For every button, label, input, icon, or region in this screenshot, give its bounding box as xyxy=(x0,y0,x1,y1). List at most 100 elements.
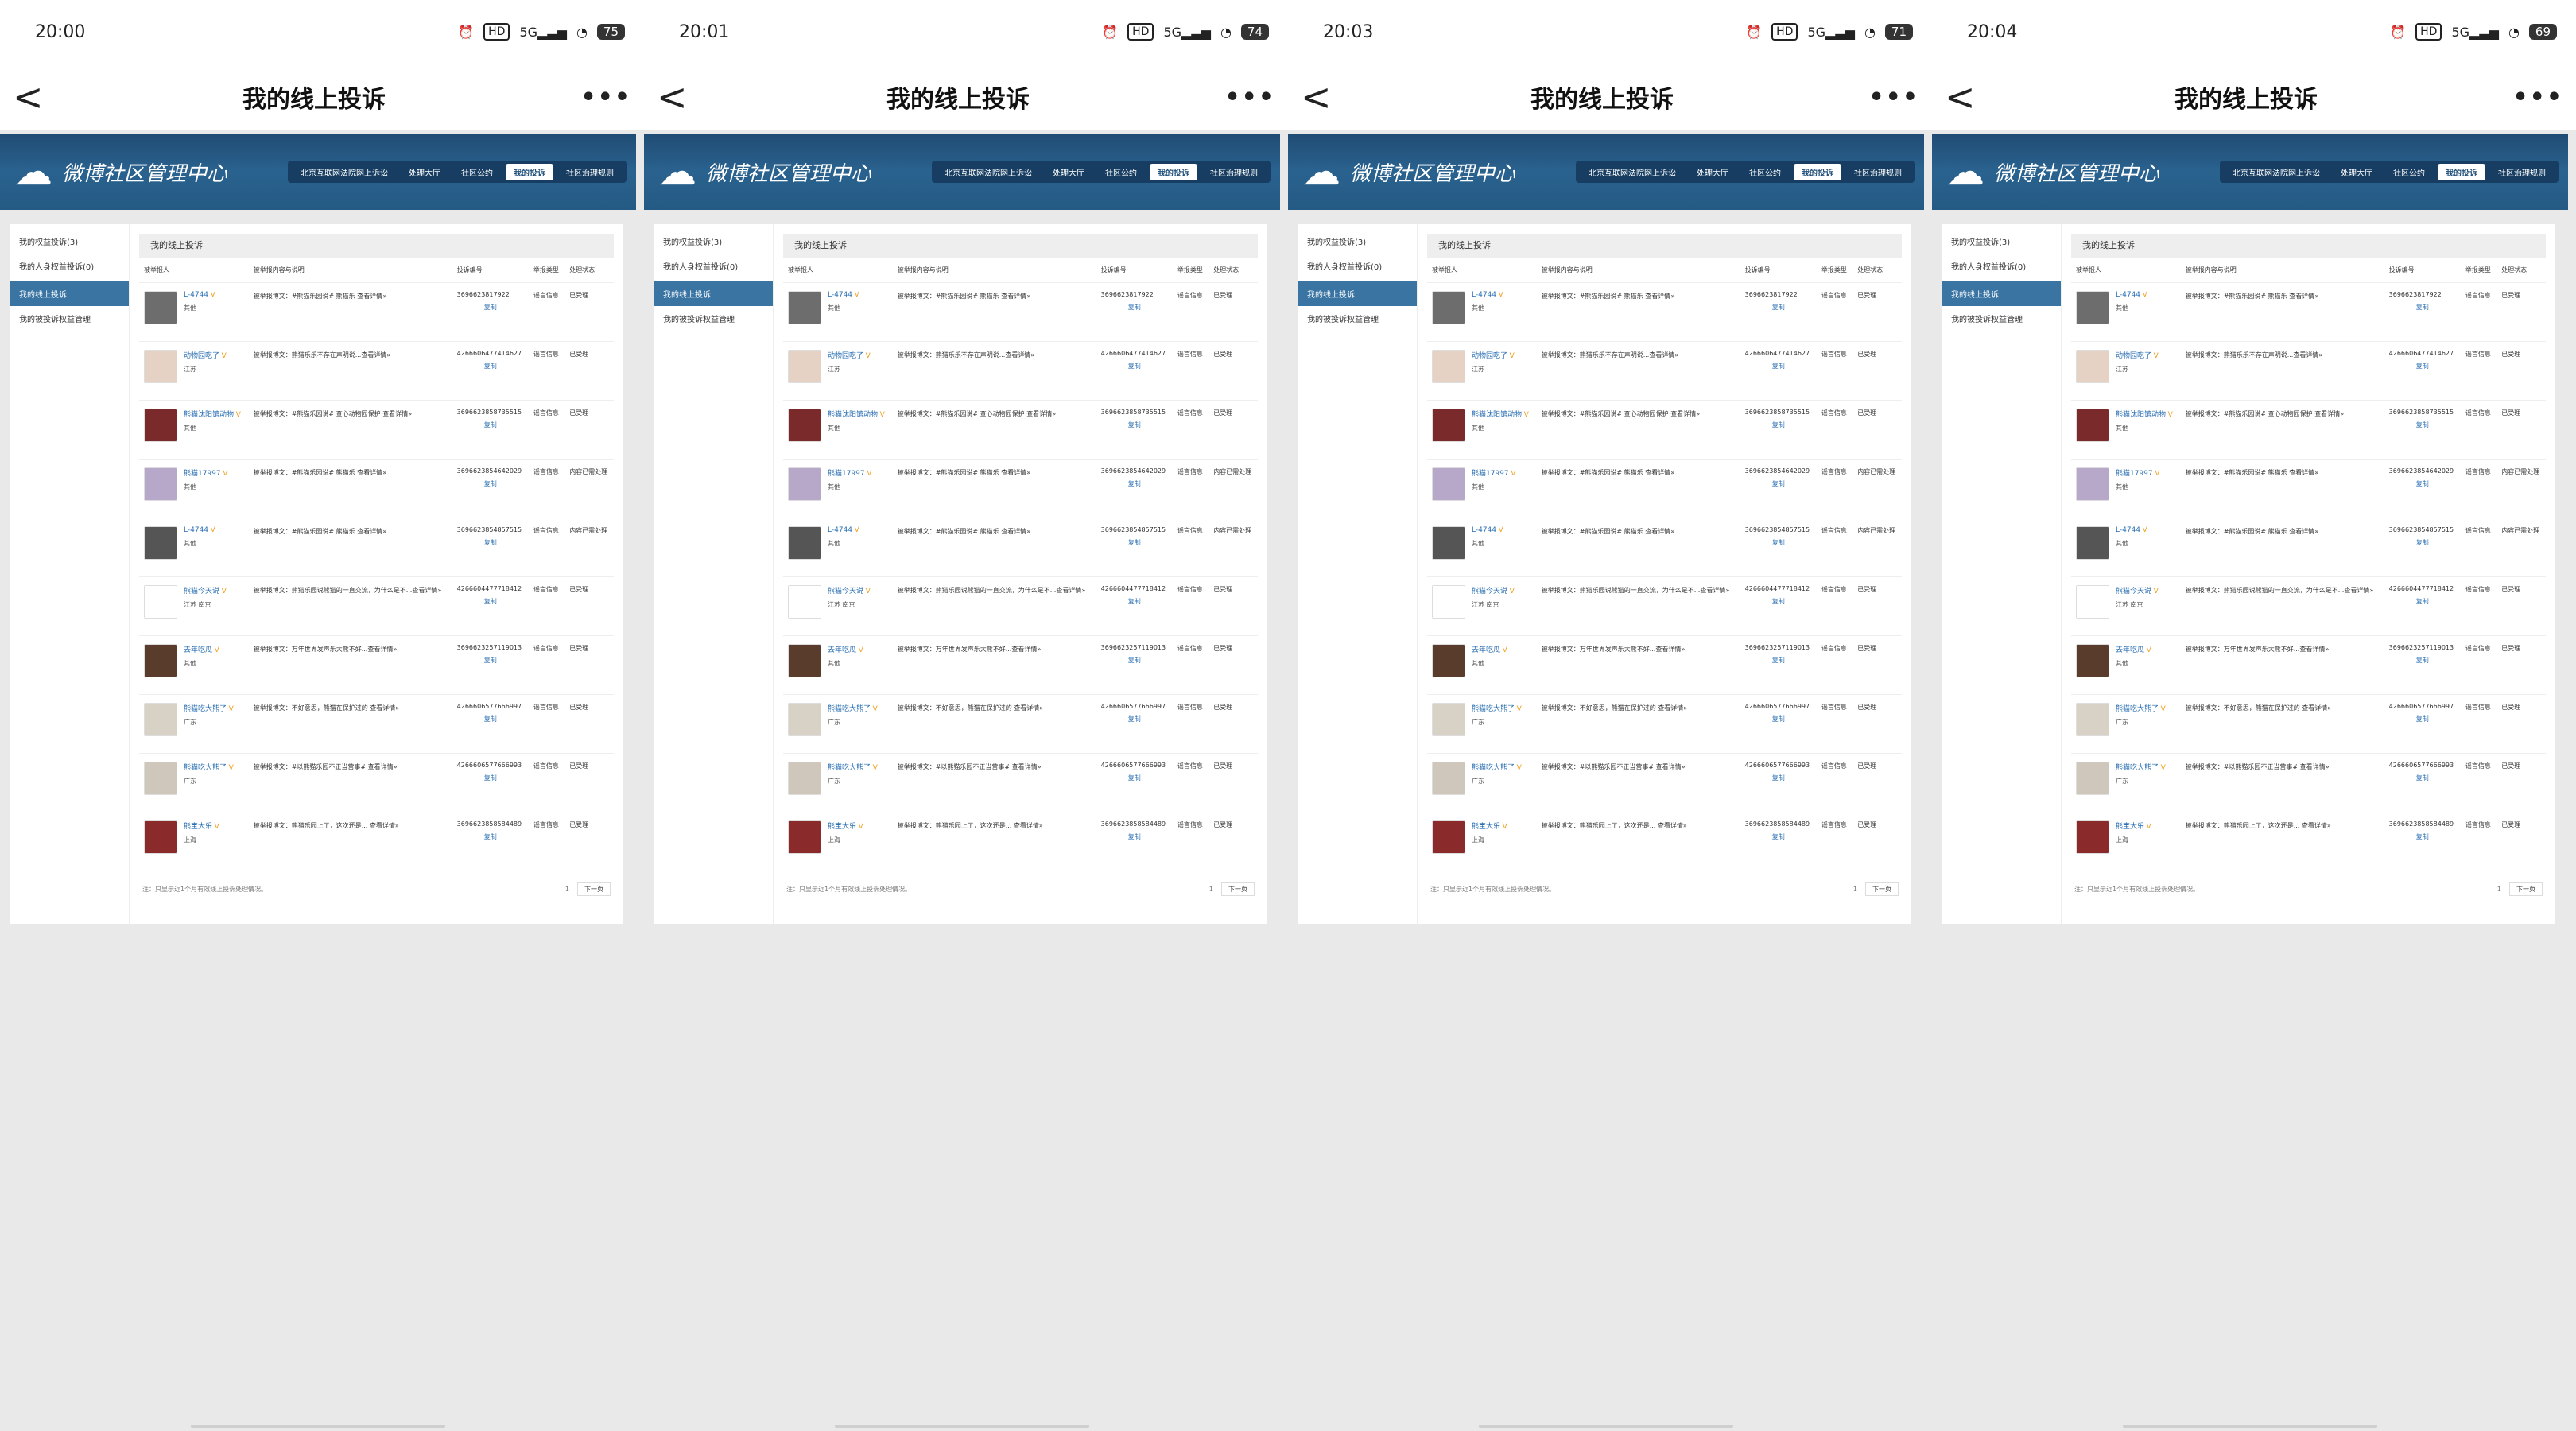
complaint-reason[interactable]: 被举报博文：#熊猫乐园说# 熊猫乐 查看详情» xyxy=(248,459,452,518)
avatar[interactable] xyxy=(144,409,177,442)
user-name[interactable]: 熊猫吃大熊了 xyxy=(828,764,871,772)
menu-item[interactable]: 处理大厅 xyxy=(1045,164,1092,180)
menu-item[interactable]: 北京互联网法院网上诉讼 xyxy=(937,164,1040,180)
menu-item[interactable]: 社区治理规则 xyxy=(1846,164,1910,180)
avatar[interactable] xyxy=(1432,820,1465,854)
copy-link[interactable]: 复制 xyxy=(457,421,524,429)
next-page-button[interactable]: 下一页 xyxy=(577,882,611,896)
sidebar-item[interactable]: 我的权益投诉(3) xyxy=(654,229,773,254)
complaint-reason[interactable]: 被举报博文：熊猫乐园说熊猫的一直交流，为什么是不...查看详情» xyxy=(248,576,452,636)
copy-link[interactable]: 复制 xyxy=(1745,421,1812,429)
back-icon[interactable]: < xyxy=(13,76,60,118)
menu-item[interactable]: 我的投诉 xyxy=(506,163,553,180)
avatar[interactable] xyxy=(788,467,821,501)
sidebar-item[interactable]: 我的被投诉权益管理 xyxy=(10,306,129,331)
avatar[interactable] xyxy=(2076,585,2109,619)
sidebar-item[interactable]: 我的人身权益投诉(0) xyxy=(654,254,773,278)
more-icon[interactable]: ••• xyxy=(1212,83,1275,111)
complaint-reason[interactable]: 被举报博文：不好意思，熊猫在保护过的 查看详情» xyxy=(892,694,1096,754)
menu-item[interactable]: 处理大厅 xyxy=(401,164,448,180)
avatar[interactable] xyxy=(1432,467,1465,501)
complaint-reason[interactable]: 被举报博文：#熊猫乐园说# 熊猫乐 查看详情» xyxy=(248,282,452,342)
site-logo[interactable]: ☁ 微博社区管理中心 xyxy=(1932,153,2159,191)
avatar[interactable] xyxy=(1432,350,1465,383)
next-page-button[interactable]: 下一页 xyxy=(1865,882,1899,896)
site-logo[interactable]: ☁ 微博社区管理中心 xyxy=(1288,153,1515,191)
menu-item[interactable]: 北京互联网法院网上诉讼 xyxy=(2225,164,2328,180)
complaint-reason[interactable]: 被举报博文：熊猫乐园上了，这次还是... 查看详情» xyxy=(248,812,452,871)
sidebar-item[interactable]: 我的人身权益投诉(0) xyxy=(1298,254,1417,278)
sidebar-item[interactable]: 我的人身权益投诉(0) xyxy=(10,254,129,278)
copy-link[interactable]: 复制 xyxy=(1101,656,1168,665)
avatar[interactable] xyxy=(2076,644,2109,677)
complaint-reason[interactable]: 被举报博文：万年世界发声乐大熊不好...查看详情» xyxy=(892,635,1096,695)
avatar[interactable] xyxy=(788,409,821,442)
copy-link[interactable]: 复制 xyxy=(2389,538,2456,547)
home-indicator[interactable] xyxy=(191,1425,445,1428)
avatar[interactable] xyxy=(1432,703,1465,736)
home-indicator[interactable] xyxy=(1479,1425,1733,1428)
user-name[interactable]: 熊猫沈阳馆动物 xyxy=(828,411,878,419)
copy-link[interactable]: 复制 xyxy=(457,479,524,488)
user-name[interactable]: 熊猫吃大熊了 xyxy=(184,705,227,713)
copy-link[interactable]: 复制 xyxy=(457,832,524,841)
home-indicator[interactable] xyxy=(2123,1425,2377,1428)
user-name[interactable]: 去年吃瓜 xyxy=(184,646,212,654)
menu-item[interactable]: 社区治理规则 xyxy=(1202,164,1266,180)
complaint-reason[interactable]: 被举报博文：#熊猫乐园说# 查心动物园保护 查看详情» xyxy=(1536,400,1740,460)
avatar[interactable] xyxy=(144,703,177,736)
copy-link[interactable]: 复制 xyxy=(1745,303,1812,312)
avatar[interactable] xyxy=(1432,585,1465,619)
complaint-reason[interactable]: 被举报博文：#熊猫乐园说# 熊猫乐 查看详情» xyxy=(892,518,1096,577)
copy-link[interactable]: 复制 xyxy=(457,656,524,665)
user-name[interactable]: 熊猫沈阳馆动物 xyxy=(1472,411,1522,419)
avatar[interactable] xyxy=(2076,526,2109,560)
back-icon[interactable]: < xyxy=(1301,76,1348,118)
avatar[interactable] xyxy=(2076,409,2109,442)
user-name[interactable]: 熊宝大乐 xyxy=(184,823,212,831)
complaint-reason[interactable]: 被举报博文：#熊猫乐园说# 熊猫乐 查看详情» xyxy=(892,282,1096,342)
complaint-reason[interactable]: 被举报博文：熊猫乐园说熊猫的一直交流，为什么是不...查看详情» xyxy=(1536,576,1740,636)
user-name[interactable]: 熊猫吃大熊了 xyxy=(2116,705,2159,713)
copy-link[interactable]: 复制 xyxy=(1101,479,1168,488)
page-number[interactable]: 1 xyxy=(2497,886,2501,893)
page-number[interactable]: 1 xyxy=(565,886,569,893)
copy-link[interactable]: 复制 xyxy=(2389,715,2456,723)
menu-item[interactable]: 社区公约 xyxy=(1097,164,1145,180)
menu-item[interactable]: 我的投诉 xyxy=(2438,163,2485,180)
copy-link[interactable]: 复制 xyxy=(1745,479,1812,488)
user-name[interactable]: L-4744 xyxy=(2116,291,2140,299)
site-logo[interactable]: ☁ 微博社区管理中心 xyxy=(644,153,871,191)
copy-link[interactable]: 复制 xyxy=(2389,421,2456,429)
sidebar-item[interactable]: 我的权益投诉(3) xyxy=(1298,229,1417,254)
menu-item[interactable]: 处理大厅 xyxy=(1689,164,1736,180)
copy-link[interactable]: 复制 xyxy=(2389,832,2456,841)
complaint-reason[interactable]: 被举报博文：熊猫乐乐不存在声明说...查看详情» xyxy=(892,341,1096,401)
complaint-reason[interactable]: 被举报博文：#以熊猫乐园不正当营事# 查看详情» xyxy=(892,753,1096,812)
site-logo[interactable]: ☁ 微博社区管理中心 xyxy=(0,153,227,191)
copy-link[interactable]: 复制 xyxy=(2389,656,2456,665)
avatar[interactable] xyxy=(2076,820,2109,854)
complaint-reason[interactable]: 被举报博文：#熊猫乐园说# 查心动物园保护 查看详情» xyxy=(892,400,1096,460)
avatar[interactable] xyxy=(788,526,821,560)
avatar[interactable] xyxy=(1432,409,1465,442)
user-name[interactable]: L-4744 xyxy=(1472,291,1496,299)
avatar[interactable] xyxy=(144,467,177,501)
menu-item[interactable]: 社区公约 xyxy=(453,164,501,180)
sidebar-item[interactable]: 我的权益投诉(3) xyxy=(10,229,129,254)
avatar[interactable] xyxy=(2076,350,2109,383)
complaint-reason[interactable]: 被举报博文：#熊猫乐园说# 熊猫乐 查看详情» xyxy=(2180,518,2384,577)
user-name[interactable]: 熊猫今天说 xyxy=(828,588,863,595)
complaint-reason[interactable]: 被举报博文：熊猫乐园上了，这次还是... 查看详情» xyxy=(892,812,1096,871)
sidebar-item[interactable]: 我的线上投诉 xyxy=(1298,281,1417,306)
complaint-reason[interactable]: 被举报博文：#熊猫乐园说# 熊猫乐 查看详情» xyxy=(248,518,452,577)
menu-item[interactable]: 社区公约 xyxy=(1741,164,1789,180)
menu-item[interactable]: 社区治理规则 xyxy=(2490,164,2554,180)
user-name[interactable]: 熊宝大乐 xyxy=(828,823,856,831)
copy-link[interactable]: 复制 xyxy=(1745,538,1812,547)
user-name[interactable]: 熊猫17997 xyxy=(828,470,865,478)
user-name[interactable]: 熊猫吃大熊了 xyxy=(2116,764,2159,772)
user-name[interactable]: 熊猫吃大熊了 xyxy=(184,764,227,772)
sidebar-item[interactable]: 我的人身权益投诉(0) xyxy=(1942,254,2061,278)
copy-link[interactable]: 复制 xyxy=(2389,479,2456,488)
